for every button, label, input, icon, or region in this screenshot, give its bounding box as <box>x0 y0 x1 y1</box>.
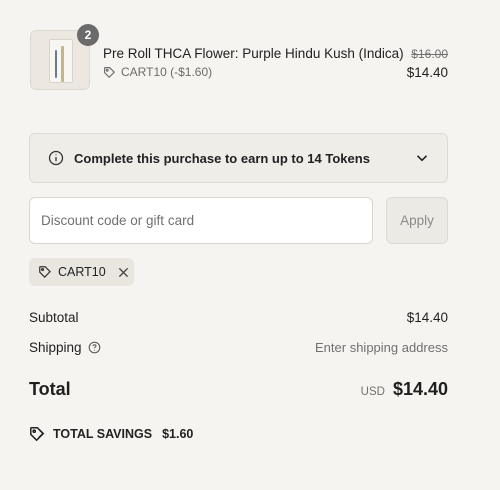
total-value: $14.40 <box>392 379 448 399</box>
checkout-summary: 2 Pre Roll THCA Flower: Purple Hindu Kus… <box>0 0 500 490</box>
line-price: $14.40 <box>406 65 448 80</box>
quantity-badge: 2 <box>77 24 99 46</box>
applied-code-label: CART10 <box>58 265 106 279</box>
savings-tag-icon <box>29 426 45 442</box>
close-icon[interactable] <box>118 267 129 278</box>
tokens-banner[interactable]: Complete this purchase to earn up to 14 … <box>29 133 448 183</box>
currency-code: USD <box>360 386 385 398</box>
savings-label: TOTAL SAVINGS <box>53 427 153 441</box>
line-item: 2 Pre Roll THCA Flower: Purple Hindu Kus… <box>30 24 448 90</box>
subtotal-row: Subtotal $14.40 <box>29 310 448 325</box>
product-title: Pre Roll THCA Flower: Purple Hindu Kush … <box>103 46 404 61</box>
shipping-label: Shipping <box>29 340 82 355</box>
discount-code-input[interactable] <box>29 197 373 244</box>
total-row: Total USD $14.40 <box>29 379 448 400</box>
info-icon <box>48 150 64 166</box>
product-thumbnail: 2 <box>30 24 99 90</box>
total-savings: TOTAL SAVINGS $1.60 <box>29 426 193 442</box>
apply-button[interactable]: Apply <box>386 197 448 244</box>
chevron-down-icon[interactable] <box>415 151 429 165</box>
tag-icon <box>38 265 52 279</box>
applied-code-tag: CART10 <box>29 258 134 286</box>
help-circle-icon[interactable] <box>88 341 101 354</box>
tag-icon <box>103 66 116 79</box>
tokens-banner-text: Complete this purchase to earn up to 14 … <box>74 150 370 166</box>
product-image <box>49 39 73 83</box>
total-amount-group: USD $14.40 <box>361 379 448 400</box>
shipping-row: Shipping Enter shipping address <box>29 340 448 355</box>
product-discount-text: CART10 (-$1.60) <box>121 65 213 79</box>
subtotal-label: Subtotal <box>29 310 79 325</box>
total-label: Total <box>29 379 71 399</box>
original-price: $16.00 <box>411 47 448 61</box>
shipping-label-group: Shipping <box>29 340 101 355</box>
savings-value: $1.60 <box>162 427 194 441</box>
subtotal-value: $14.40 <box>406 310 448 325</box>
product-discount: CART10 (-$1.60) <box>103 65 212 79</box>
shipping-value: Enter shipping address <box>315 340 448 355</box>
